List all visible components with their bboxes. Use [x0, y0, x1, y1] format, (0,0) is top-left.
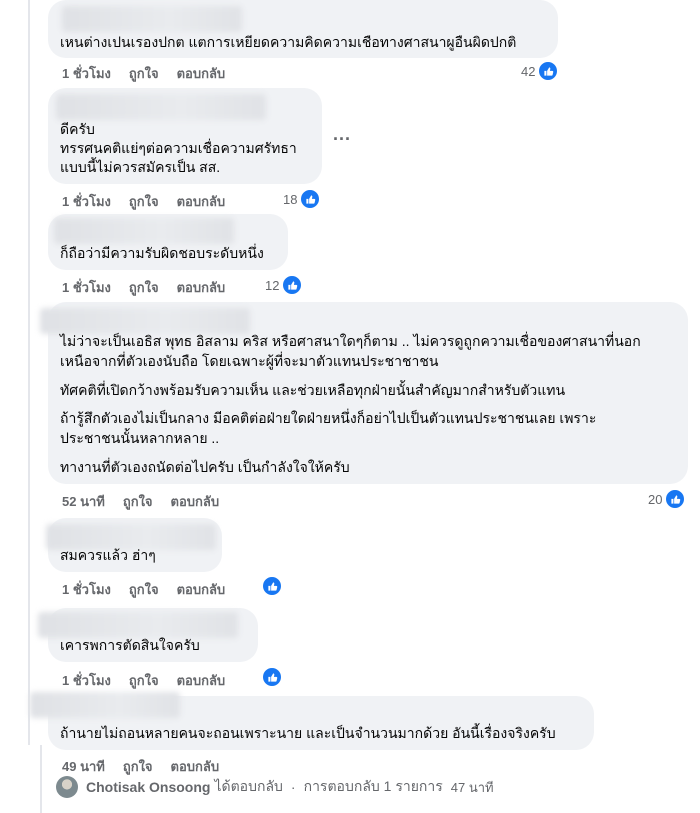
like-icon	[262, 667, 282, 687]
comment-time[interactable]: 1 ชั่วโมง	[62, 670, 111, 691]
comment-bubble-4: ไม่ว่าจะเป็นเอธิส พุทธ อิสลาม คริส หรือศ…	[40, 302, 688, 484]
comment-time[interactable]: 1 ชั่วโมง	[62, 277, 111, 298]
reply-author[interactable]: Chotisak Onsoong	[86, 779, 210, 795]
reaction-icon-5[interactable]	[262, 576, 282, 596]
comment-time[interactable]: 1 ชั่วโมง	[62, 63, 111, 84]
comment-text: สมควรแล้ว ฮ่าๆ	[60, 547, 156, 563]
reply-action: ได้ตอบกลับ	[214, 778, 283, 794]
reaction-number: 12	[265, 277, 280, 293]
reaction-count-1[interactable]: 42	[521, 61, 559, 81]
reply-time: 47 นาที	[450, 779, 494, 795]
comment-time[interactable]: 49 นาที	[62, 756, 105, 777]
reply-button[interactable]: ตอบกลับ	[177, 191, 226, 212]
comment-time[interactable]: 1 ชั่วโมง	[62, 579, 111, 600]
comment-actions-6: 1 ชั่วโมง ถูกใจ ตอบกลับ	[62, 670, 225, 691]
reply-button[interactable]: ตอบกลับ	[171, 491, 220, 512]
like-button[interactable]: ถูกใจ	[123, 491, 153, 512]
comment-actions-2: 1 ชั่วโมง ถูกใจ ตอบกลับ	[62, 191, 225, 212]
comment-text: เคารพการตัดสินใจครับ	[60, 637, 200, 653]
commenter-name-blurred	[62, 6, 242, 32]
comment-time[interactable]: 52 นาที	[62, 491, 105, 512]
reply-button[interactable]: ตอบกลับ	[177, 277, 226, 298]
comment-bubble-6: เคารพการตัดสินใจครับ	[38, 608, 258, 662]
like-button[interactable]: ถูกใจ	[123, 756, 153, 777]
like-button[interactable]: ถูกใจ	[129, 277, 159, 298]
comment-text-line-1: ดีครับ	[60, 121, 95, 137]
commenter-name-blurred	[38, 612, 238, 638]
reply-button[interactable]: ตอบกลับ	[177, 670, 226, 691]
like-icon	[262, 576, 282, 596]
comment-bubble-5: สมควรแล้ว ฮ่าๆ	[46, 518, 222, 572]
reply-button[interactable]: ตอบกลับ	[177, 579, 226, 600]
more-options-icon[interactable]: ...	[333, 124, 351, 145]
commenter-name-blurred	[56, 94, 266, 120]
reaction-count-2[interactable]: 18	[283, 189, 321, 209]
thread-line-reply	[40, 745, 42, 813]
avatar	[56, 776, 78, 798]
like-button[interactable]: ถูกใจ	[129, 191, 159, 212]
commenter-name-blurred	[54, 218, 234, 244]
comment-text-line-6: ทางานที่ตัวเองถนัดต่อไปครับ เป็นกำลังใจใ…	[60, 459, 350, 475]
commenter-name-blurred	[40, 308, 250, 334]
like-icon	[300, 189, 321, 209]
comment-text-line-1: ไม่ว่าจะเป็นเอธิส พุทธ อิสลาม คริส หรือศ…	[60, 333, 641, 349]
comment-bubble-7: ถ้านายไม่ถอนหลายคนจะถอนเพราะนาย และเป็นจ…	[30, 692, 594, 750]
reply-button[interactable]: ตอบกลับ	[177, 63, 226, 84]
comment-actions-3: 1 ชั่วโมง ถูกใจ ตอบกลับ	[62, 277, 225, 298]
comment-time[interactable]: 1 ชั่วโมง	[62, 191, 111, 212]
like-icon	[538, 61, 559, 81]
comment-text-line-4: ถ้ารู้สึกตัวเองไม่เป็นกลาง มีอคติต่อฝ่าย…	[60, 410, 597, 426]
separator: ·	[290, 779, 296, 795]
comment-actions-4: 52 นาที ถูกใจ ตอบกลับ	[62, 491, 219, 512]
comment-text: ถ้านายไม่ถอนหลายคนจะถอนเพราะนาย และเป็นจ…	[60, 725, 556, 741]
like-icon	[665, 489, 686, 509]
reaction-count-3[interactable]: 12	[265, 275, 303, 295]
comment-actions-5: 1 ชั่วโมง ถูกใจ ตอบกลับ	[62, 579, 225, 600]
reaction-count-4[interactable]: 20	[648, 489, 686, 509]
comment-actions-1: 1 ชั่วโมง ถูกใจ ตอบกลับ	[62, 63, 225, 84]
reaction-number: 42	[521, 63, 536, 79]
reaction-number: 20	[648, 491, 663, 507]
reply-button[interactable]: ตอบกลับ	[171, 756, 220, 777]
comment-text-line-3: ทัศคติที่เปิดกว้างพร้อมรับความเห็น และช่…	[60, 382, 566, 398]
comment-actions-7: 49 นาที ถูกใจ ตอบกลับ	[62, 756, 219, 777]
comment-bubble-1: เหนต่างเปนเรองปกต แตการเหยียดความคิดความ…	[48, 0, 558, 58]
like-button[interactable]: ถูกใจ	[129, 63, 159, 84]
comment-text-line-2: ทรรศนคติแย่ๆต่อความเชื่อความศรัทธา	[60, 140, 297, 156]
comment-text: ก็ถือว่ามีความรับผิดชอบระดับหนึ่ง	[60, 245, 264, 261]
comment-bubble-3: ก็ถือว่ามีความรับผิดชอบระดับหนึ่ง	[48, 214, 288, 270]
like-button[interactable]: ถูกใจ	[129, 670, 159, 691]
commenter-name-blurred	[30, 692, 180, 718]
thread-line	[28, 0, 30, 745]
comment-text: เหนต่างเปนเรองปกต แตการเหยียดความคิดความ…	[60, 34, 517, 50]
view-replies-link[interactable]: Chotisak Onsoong ได้ตอบกลับ · การตอบกลับ…	[56, 776, 494, 798]
comment-text-line-3: แบบนี้ไม่ควรสมัครเป็น สส.	[60, 159, 221, 175]
comment-text-line-2: เหนือจากที่ตัวเองนับถือ โดยเฉพาะผู้ที่จะ…	[60, 353, 439, 369]
reply-count[interactable]: การตอบกลับ 1 รายการ	[304, 776, 443, 798]
comment-text-line-5: ประชาชนนั้นหลากหลาย ..	[60, 430, 220, 446]
reaction-icon-6[interactable]	[262, 667, 282, 687]
like-button[interactable]: ถูกใจ	[129, 579, 159, 600]
comment-bubble-2: ดีครับ ทรรศนคติแย่ๆต่อความเชื่อความศรัทธ…	[48, 88, 322, 184]
like-icon	[282, 275, 303, 295]
reaction-number: 18	[283, 191, 298, 207]
